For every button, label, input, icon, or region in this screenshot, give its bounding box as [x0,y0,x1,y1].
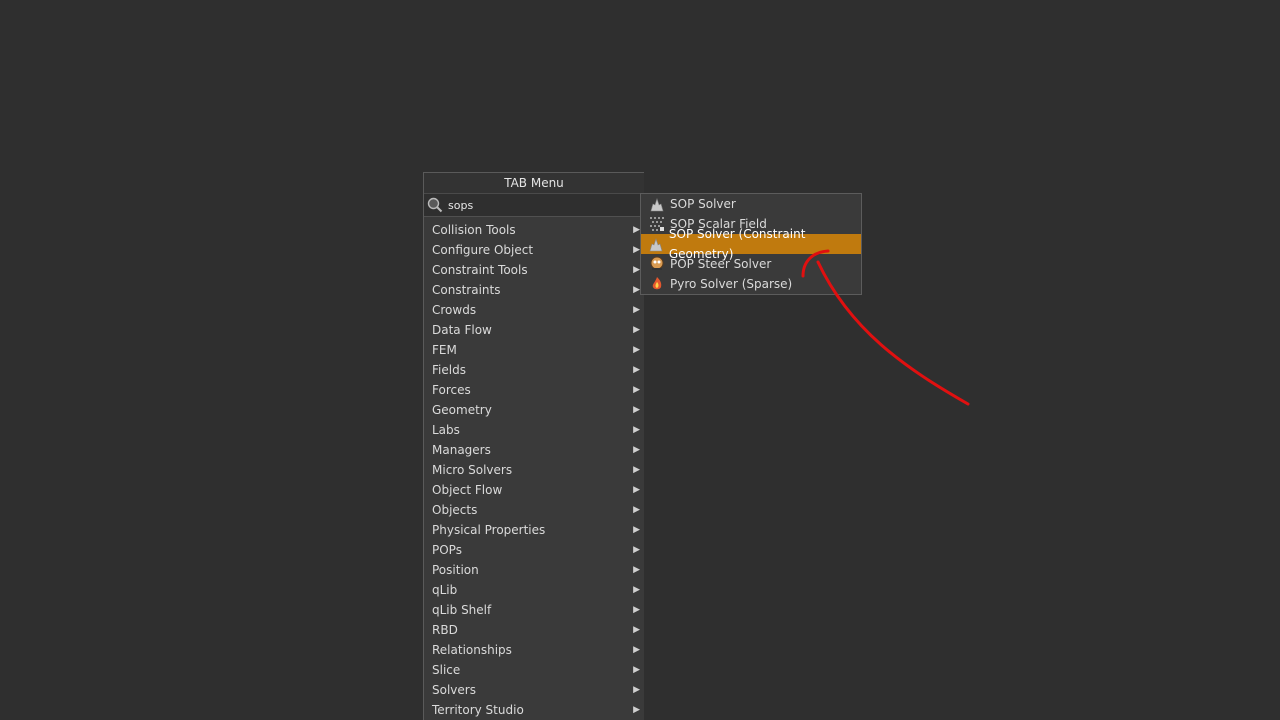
search-icon [424,194,446,216]
submenu-item-label: SOP Solver [670,197,736,211]
submenu-arrow-icon: ▶ [633,345,640,355]
submenu-arrow-icon: ▶ [633,545,640,555]
search-results-submenu: SOP Solver SOP Scalar Field SOP Solver (Co… [640,193,862,295]
submenu-item[interactable]: SOP Solver [641,194,861,214]
menu-category-label: qLib Shelf [432,603,492,617]
submenu-arrow-icon: ▶ [633,305,640,315]
scalar-field-icon [648,215,666,233]
menu-category-item[interactable]: Constraints ▶ [424,280,644,300]
submenu-arrow-icon: ▶ [633,705,640,715]
menu-category-label: FEM [432,343,457,357]
menu-category-item[interactable]: Position ▶ [424,560,644,580]
pyro-solver-icon [648,275,666,293]
menu-category-label: Position [432,563,479,577]
menu-category-item[interactable]: RBD ▶ [424,620,644,640]
menu-category-item[interactable]: Data Flow ▶ [424,320,644,340]
menu-category-item[interactable]: FEM ▶ [424,340,644,360]
menu-category-label: Forces [432,383,471,397]
tab-menu: TAB Menu Collision Tools▶Configure Objec… [423,172,644,720]
submenu-arrow-icon: ▶ [633,465,640,475]
submenu-item-label: POP Steer Solver [670,257,772,271]
submenu-arrow-icon: ▶ [633,685,640,695]
menu-category-label: Constraint Tools [432,263,528,277]
submenu-arrow-icon: ▶ [633,505,640,515]
submenu-arrow-icon: ▶ [633,245,640,255]
search-input[interactable] [446,198,644,212]
menu-category-item[interactable]: Micro Solvers ▶ [424,460,644,480]
sop-solver-icon [648,195,666,213]
menu-category-label: Objects [432,503,478,517]
category-list: Collision Tools ▶ Configure Object ▶ Constra… [424,217,644,720]
menu-category-label: Micro Solvers [432,463,513,477]
sop-solver-icon [648,235,665,253]
submenu-arrow-icon: ▶ [633,525,640,535]
menu-category-label: Crowds [432,303,477,317]
submenu-arrow-icon: ▶ [633,485,640,495]
menu-category-item[interactable]: Solvers ▶ [424,680,644,700]
menu-category-label: qLib [432,583,458,597]
search-bar[interactable] [424,193,644,217]
submenu-arrow-icon: ▶ [633,645,640,655]
submenu-item[interactable]: SOP Solver (Constraint Geometry) [641,227,861,261]
menu-category-item[interactable]: Labs ▶ [424,420,644,440]
menu-category-item[interactable]: Fields ▶ [424,360,644,380]
menu-category-item[interactable]: Crowds ▶ [424,300,644,320]
submenu-arrow-icon: ▶ [633,425,640,435]
submenu-item-label: Pyro Solver (Sparse) [670,277,793,291]
menu-category-label: Configure Object [432,243,534,257]
menu-category-item[interactable]: Configure Object ▶ [424,240,644,260]
submenu-arrow-icon: ▶ [633,265,640,275]
menu-category-label: Managers [432,443,491,457]
menu-category-item[interactable]: Objects ▶ [424,500,644,520]
submenu-arrow-icon: ▶ [633,665,640,675]
menu-category-item[interactable]: Territory Studio ▶ [424,700,644,720]
menu-category-item[interactable]: Physical Properties ▶ [424,520,644,540]
menu-category-label: Fields [432,363,466,377]
submenu-arrow-icon: ▶ [633,605,640,615]
menu-category-label: Physical Properties [432,523,546,537]
submenu-arrow-icon: ▶ [633,325,640,335]
menu-category-label: Data Flow [432,323,492,337]
menu-category-label: Constraints [432,283,501,297]
menu-category-label: Solvers [432,683,476,697]
tab-menu-title: TAB Menu [424,173,644,193]
menu-category-item[interactable]: Object Flow ▶ [424,480,644,500]
menu-category-item[interactable]: POPs ▶ [424,540,644,560]
menu-category-item[interactable]: qLib Shelf ▶ [424,600,644,620]
submenu-arrow-icon: ▶ [633,445,640,455]
menu-category-label: Territory Studio [432,703,524,717]
submenu-arrow-icon: ▶ [633,565,640,575]
menu-category-item[interactable]: Forces ▶ [424,380,644,400]
menu-category-item[interactable]: Constraint Tools ▶ [424,260,644,280]
menu-category-item[interactable]: qLib ▶ [424,580,644,600]
menu-category-label: Geometry [432,403,492,417]
menu-category-label: Collision Tools [432,223,516,237]
pop-steer-icon [648,255,666,273]
submenu-arrow-icon: ▶ [633,225,640,235]
menu-category-label: Slice [432,663,461,677]
menu-category-item[interactable]: Managers ▶ [424,440,644,460]
submenu-arrow-icon: ▶ [633,625,640,635]
submenu-arrow-icon: ▶ [633,285,640,295]
menu-category-label: POPs [432,543,462,557]
menu-category-label: Labs [432,423,460,437]
menu-category-label: RBD [432,623,458,637]
submenu-item[interactable]: Pyro Solver (Sparse) [641,274,861,294]
menu-category-item[interactable]: Relationships ▶ [424,640,644,660]
menu-category-item[interactable]: Slice ▶ [424,660,644,680]
submenu-arrow-icon: ▶ [633,585,640,595]
submenu-arrow-icon: ▶ [633,385,640,395]
menu-category-item[interactable]: Collision Tools ▶ [424,220,644,240]
submenu-arrow-icon: ▶ [633,405,640,415]
menu-category-item[interactable]: Geometry ▶ [424,400,644,420]
menu-category-label: Object Flow [432,483,503,497]
menu-category-label: Relationships [432,643,512,657]
submenu-arrow-icon: ▶ [633,365,640,375]
